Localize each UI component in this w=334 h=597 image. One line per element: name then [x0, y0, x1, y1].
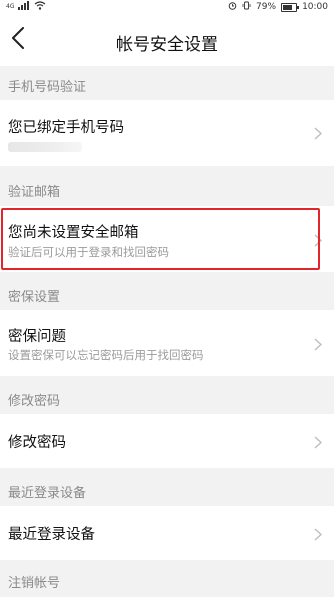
chevron-right-icon — [314, 434, 323, 453]
section-header-security-question: 密保设置 — [8, 290, 61, 305]
chevron-right-icon — [314, 526, 323, 545]
section-header-phone: 手机号码验证 — [8, 80, 87, 95]
row-phone-title: 您已绑定手机号码 — [8, 120, 124, 136]
clock: 10:00 — [302, 2, 328, 12]
chevron-right-icon — [314, 336, 323, 355]
signal-icon — [18, 1, 30, 13]
row-email-title: 您尚未设置安全邮箱 — [8, 225, 139, 241]
section-header-devices: 最近登录设备 — [8, 486, 87, 501]
row-recent-devices[interactable]: 最近登录设备 — [0, 506, 334, 560]
section-header-delete-account: 注销帐号 — [8, 576, 61, 591]
battery-percent: 79% — [256, 2, 277, 12]
row-security-question[interactable]: 密保问题 设置密保可以忘记密码后用于找回密码 — [0, 310, 334, 376]
alarm-icon — [228, 1, 237, 13]
vibrate-icon — [242, 1, 251, 13]
chevron-right-icon — [314, 125, 323, 144]
page-title: 帐号安全设置 — [116, 35, 218, 55]
wifi-icon — [34, 1, 46, 13]
row-change-password[interactable]: 修改密码 — [0, 414, 334, 468]
row-security-question-subtitle: 设置密保可以忘记密码后用于找回密码 — [8, 348, 204, 362]
battery-icon — [281, 2, 300, 12]
status-bar: 4G 79% 10:00 — [0, 0, 334, 14]
section-header-password: 修改密码 — [8, 394, 61, 409]
row-recent-devices-title: 最近登录设备 — [8, 527, 95, 543]
row-email[interactable]: 您尚未设置安全邮箱 验证后可以用于登录和找回密码 — [0, 206, 334, 272]
masked-phone-number — [8, 142, 82, 152]
row-phone[interactable]: 您已绑定手机号码 — [0, 100, 334, 166]
row-email-subtitle: 验证后可以用于登录和找回密码 — [8, 245, 169, 259]
carrier-label: 4G — [6, 3, 15, 10]
section-header-email: 验证邮箱 — [8, 185, 61, 200]
row-security-question-title: 密保问题 — [8, 329, 66, 345]
row-change-password-title: 修改密码 — [8, 435, 66, 451]
app-bar: 帐号安全设置 — [0, 14, 334, 66]
chevron-right-icon — [314, 232, 323, 251]
